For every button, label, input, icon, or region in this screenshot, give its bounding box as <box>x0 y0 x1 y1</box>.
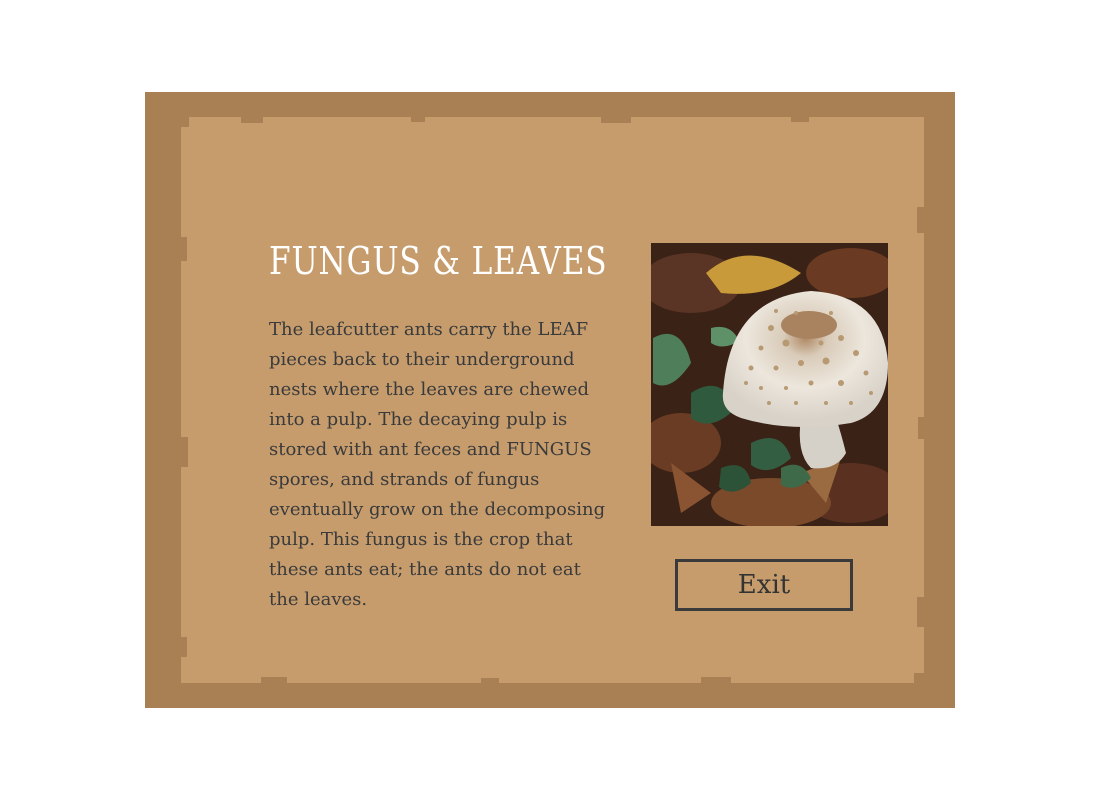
dialog-title: FUNGUS & LEAVES <box>269 239 608 283</box>
frame-notch <box>181 437 188 467</box>
frame-notch <box>917 597 924 627</box>
frame-notch <box>181 637 187 657</box>
dialog-body-text: The leafcutter ants carry the LEAF piece… <box>269 319 606 610</box>
frame-notch <box>791 117 809 122</box>
frame-notch <box>701 677 731 683</box>
dialog-frame: FUNGUS & LEAVES The leafcutter ants carr… <box>145 92 955 708</box>
mushroom-photo <box>651 243 888 526</box>
frame-notch <box>411 117 425 122</box>
frame-notch <box>481 678 499 683</box>
exit-button[interactable]: Exit <box>675 559 853 611</box>
dialog-panel: FUNGUS & LEAVES The leafcutter ants carr… <box>181 117 924 683</box>
frame-notch <box>241 117 263 123</box>
frame-notch <box>181 237 187 261</box>
frame-notch <box>918 417 924 439</box>
frame-notch <box>601 117 631 123</box>
mushroom-illustration <box>651 243 888 526</box>
frame-notch <box>914 673 924 683</box>
frame-notch <box>917 207 924 233</box>
frame-notch <box>181 117 189 127</box>
frame-notch <box>261 677 287 683</box>
